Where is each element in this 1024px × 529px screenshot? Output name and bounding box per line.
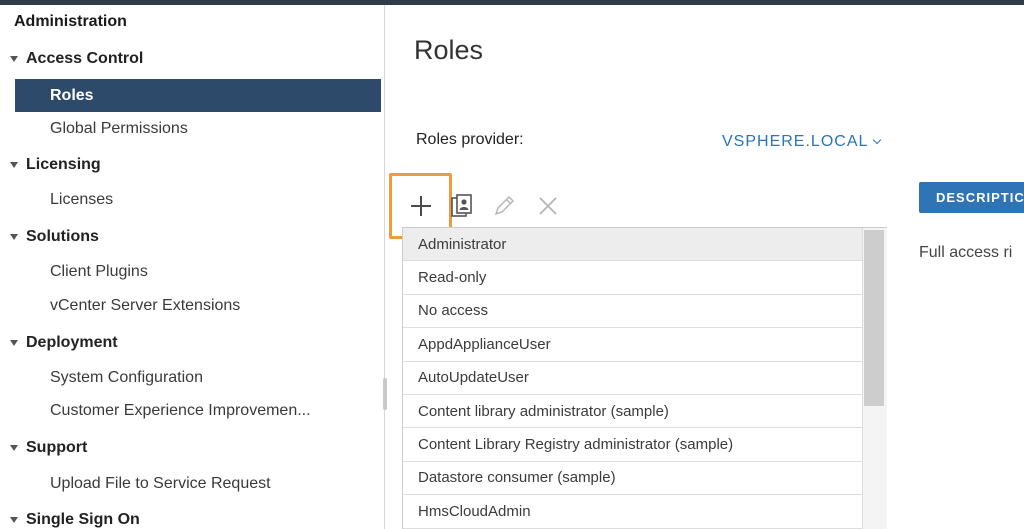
list-item[interactable]: Datastore consumer (sample) [403, 461, 863, 496]
sidebar-item-upload-file[interactable]: Upload File to Service Request [15, 467, 381, 500]
list-item[interactable]: Administrator [403, 228, 863, 262]
sidebar-group-solutions[interactable]: Solutions [10, 225, 99, 249]
scrollbar-thumb[interactable] [864, 230, 884, 406]
roles-provider-value: VSPHERE.LOCAL [722, 133, 869, 150]
list-item[interactable]: AppdApplianceUser [403, 328, 863, 362]
sidebar-item-customer-experience[interactable]: Customer Experience Improvemen... [15, 394, 381, 427]
roles-provider-dropdown[interactable]: VSPHERE.LOCAL [722, 133, 882, 151]
list-item[interactable]: No access [403, 294, 863, 329]
sidebar-group-support[interactable]: Support [10, 436, 87, 460]
tab-description[interactable]: DESCRIPTIC [919, 182, 1024, 213]
sidebar-title: Administration [14, 13, 127, 30]
sidebar-item-roles[interactable]: Roles [15, 79, 381, 112]
roles-provider-label: Roles provider: [416, 131, 524, 148]
delete-role-button[interactable] [536, 193, 560, 219]
list-item[interactable]: Read-only [403, 261, 863, 295]
sidebar-group-label: Licensing [26, 156, 101, 173]
caret-down-icon [10, 162, 18, 168]
sidebar-group-label: Support [26, 439, 88, 456]
caret-down-icon [10, 340, 18, 346]
sidebar-group-label: Solutions [26, 228, 99, 245]
caret-down-icon [10, 445, 18, 451]
pencil-icon [494, 195, 515, 216]
sidebar-item-system-configuration[interactable]: System Configuration [15, 361, 381, 394]
sidebar-group-single-sign-on[interactable]: Single Sign On [10, 508, 140, 529]
chevron-down-icon [873, 135, 882, 145]
page-title: Roles [414, 35, 484, 65]
caret-down-icon [10, 234, 18, 240]
clone-role-button[interactable] [450, 193, 474, 219]
sidebar: Administration Access Control Roles Glob… [0, 5, 385, 529]
sidebar-group-licensing[interactable]: Licensing [10, 153, 101, 177]
list-item[interactable]: Content library administrator (sample) [403, 394, 863, 429]
sidebar-group-deployment[interactable]: Deployment [10, 331, 118, 355]
caret-down-icon [10, 56, 18, 62]
role-description-text: Full access ri [919, 244, 1013, 261]
roles-list: Administrator Read-only No access AppdAp… [402, 227, 863, 529]
list-item[interactable]: HmsCloudAdmin [403, 495, 863, 529]
sidebar-item-vcenter-server-extensions[interactable]: vCenter Server Extensions [15, 289, 381, 322]
sidebar-group-label: Access Control [26, 50, 144, 67]
sidebar-group-access-control[interactable]: Access Control [10, 47, 143, 71]
close-icon [539, 197, 557, 215]
sidebar-group-label: Single Sign On [26, 511, 140, 528]
sidebar-group-label: Deployment [26, 334, 118, 351]
clone-icon [451, 194, 472, 217]
caret-down-icon [10, 517, 18, 523]
roles-list-scrollbar[interactable] [863, 227, 887, 529]
sidebar-item-global-permissions[interactable]: Global Permissions [15, 112, 381, 145]
sidebar-item-licenses[interactable]: Licenses [15, 183, 381, 216]
list-item[interactable]: Content Library Registry administrator (… [403, 428, 863, 462]
sidebar-item-client-plugins[interactable]: Client Plugins [15, 255, 381, 288]
main-content: Roles Roles provider: VSPHERE.LOCAL Admi… [386, 5, 1024, 529]
plus-icon [410, 196, 431, 216]
edit-role-button[interactable] [492, 193, 516, 219]
list-item[interactable]: AutoUpdateUser [403, 361, 863, 395]
